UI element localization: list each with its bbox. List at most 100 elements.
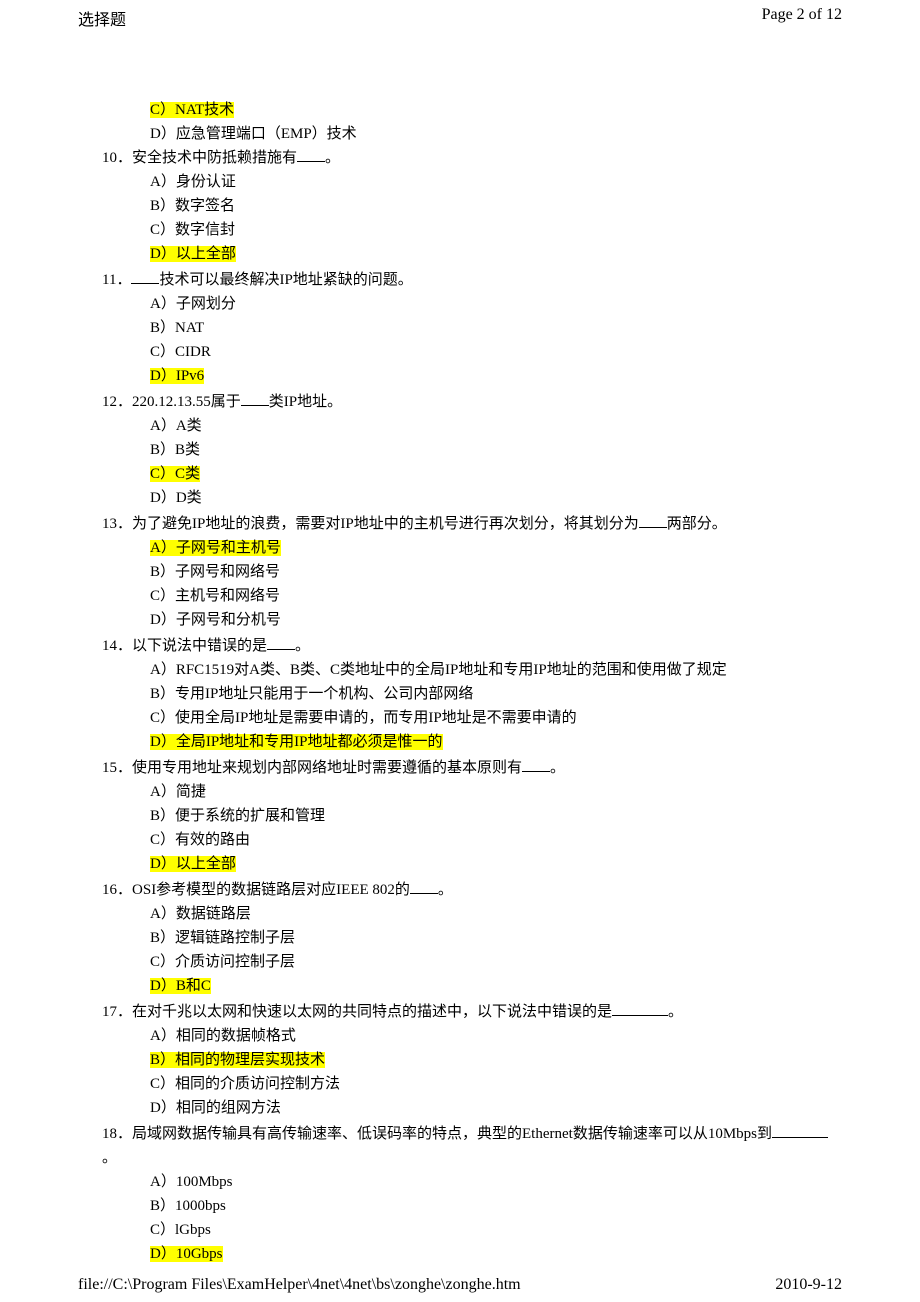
option: A）子网划分 (150, 292, 842, 316)
option: A）相同的数据帧格式 (150, 1024, 842, 1048)
option-label: B）1000bps (150, 1198, 226, 1214)
stem-pre: 使用专用地址来规划内部网络地址时需要遵循的基本原则有 (132, 760, 522, 776)
stem-post: 。 (102, 1150, 117, 1166)
option-label: B）NAT (150, 320, 204, 336)
option-label: D）B和C (150, 978, 211, 994)
question: 10．安全技术中防抵赖措施有。A）身份认证B）数字签名C）数字信封D）以上全部 (78, 146, 842, 266)
page-footer: file://C:\Program Files\ExamHelper\4net\… (0, 1276, 920, 1300)
fill-blank (639, 527, 667, 528)
option: B）便于系统的扩展和管理 (150, 804, 842, 828)
fill-blank (131, 283, 159, 284)
option-label: B）数字签名 (150, 198, 235, 214)
stem-pre: 以下说法中错误的是 (132, 638, 267, 654)
question-number: 14． (102, 634, 132, 658)
question: 14．以下说法中错误的是 。 A）RFC1519对A类、B类、C类地址中的全局IP地… (78, 634, 842, 754)
option: D）以上全部 (150, 852, 842, 876)
question-number: 16． (102, 878, 132, 902)
question-stem: 14．以下说法中错误的是 。 (78, 634, 842, 658)
option: D）B和C (150, 974, 842, 998)
question: 16．OSI参考模型的数据链路层对应IEEE 802的 。 A）数据链路层 B）逻辑链… (78, 878, 842, 998)
question-stem: 17．在对千兆以太网和快速以太网的共同特点的描述中，以下说法中错误的是。 (78, 1000, 842, 1024)
fill-blank (612, 1015, 668, 1016)
option: C）数字信封 (150, 218, 842, 242)
option: B）专用IP地址只能用于一个机构、公司内部网络 (150, 682, 842, 706)
option: C）NAT技术 (150, 98, 842, 122)
stem-pre: 安全技术中防抵赖措施有 (132, 150, 297, 166)
option-label: C）NAT技术 (150, 102, 234, 118)
option: D）全局IP地址和专用IP地址都必须是惟一的 (150, 730, 842, 754)
stem-post: 两部分。 (667, 516, 727, 532)
question: 13．为了避免IP地址的浪费，需要对IP地址中的主机号进行再次划分，将其划分为两… (78, 512, 842, 632)
option-label: B）专用IP地址只能用于一个机构、公司内部网络 (150, 686, 473, 702)
option: C）主机号和网络号 (150, 584, 842, 608)
option: D）应急管理端口（EMP）技术 (150, 122, 842, 146)
options-block: A）子网划分B）NATC）CIDRD）IPv6 (78, 292, 842, 388)
option: D）相同的组网方法 (150, 1096, 842, 1120)
option-label: B）逻辑链路控制子层 (150, 930, 295, 946)
print-date: 2010-9-12 (775, 1276, 842, 1294)
question-number: 11． (102, 268, 131, 292)
question: 18．局域网数据传输具有高传输速率、低误码率的特点，典型的Ethernet数据传… (78, 1122, 842, 1266)
question-stem: 11．技术可以最终解决IP地址紧缺的问题。 (78, 268, 842, 292)
option: A）子网号和主机号 (150, 536, 842, 560)
question: 15．使用专用地址来规划内部网络地址时需要遵循的基本原则有。A）简捷B）便于系统… (78, 756, 842, 876)
stem-post: 。 (325, 150, 340, 166)
option-label: C）CIDR (150, 344, 211, 360)
option: C）相同的介质访问控制方法 (150, 1072, 842, 1096)
options-block: A）相同的数据帧格式 B）相同的物理层实现技术 C）相同的介质访问控制方法 D）相同的… (78, 1024, 842, 1120)
option: A）100Mbps (150, 1170, 842, 1194)
option-label: A）身份认证 (150, 174, 236, 190)
question-number: 15． (102, 756, 132, 780)
orphan-options-block: C）NAT技术 D）应急管理端口（EMP）技术 (78, 98, 842, 146)
file-path: file://C:\Program Files\ExamHelper\4net\… (78, 1276, 521, 1294)
option-label: C）有效的路由 (150, 832, 250, 848)
option-label: D）D类 (150, 490, 202, 506)
option-label: B）子网号和网络号 (150, 564, 280, 580)
option: A）A类 (150, 414, 842, 438)
option-label: B）便于系统的扩展和管理 (150, 808, 325, 824)
option: B）逻辑链路控制子层 (150, 926, 842, 950)
option-label: B）相同的物理层实现技术 (150, 1052, 325, 1068)
option: A）RFC1519对A类、B类、C类地址中的全局IP地址和专用IP地址的范围和使… (150, 658, 842, 682)
stem-post: 。 (668, 1004, 683, 1020)
option-label: D）10Gbps (150, 1246, 223, 1262)
option: B）NAT (150, 316, 842, 340)
options-block: A）数据链路层 B）逻辑链路控制子层 C）介质访问控制子层 D）B和C (78, 902, 842, 998)
stem-pre: OSI参考模型的数据链路层对应IEEE 802的 (132, 882, 410, 898)
page-header: 选择题 Page 2 of 12 (0, 0, 920, 34)
option: D）10Gbps (150, 1242, 842, 1266)
options-block: A）A类 B）B类 C）C类 D）D类 (78, 414, 842, 510)
fill-blank (410, 893, 438, 894)
stem-post: 。 (438, 882, 453, 898)
option: C）有效的路由 (150, 828, 842, 852)
option: A）数据链路层 (150, 902, 842, 926)
options-block: A）简捷B）便于系统的扩展和管理C）有效的路由D）以上全部 (78, 780, 842, 876)
question: 11．技术可以最终解决IP地址紧缺的问题。A）子网划分B）NATC）CIDRD）… (78, 268, 842, 388)
option-label: A）100Mbps (150, 1174, 233, 1190)
option: B）子网号和网络号 (150, 560, 842, 584)
option-label: C）相同的介质访问控制方法 (150, 1076, 340, 1092)
option-label: C）lGbps (150, 1222, 211, 1238)
document-body: C）NAT技术D）应急管理端口（EMP）技术 10．安全技术中防抵赖措施有。A）… (0, 34, 920, 1266)
question-number: 18． (102, 1122, 132, 1146)
option-label: D）全局IP地址和专用IP地址都必须是惟一的 (150, 734, 443, 750)
question-stem: 13．为了避免IP地址的浪费，需要对IP地址中的主机号进行再次划分，将其划分为两… (78, 512, 842, 536)
stem-post: 。 (550, 760, 565, 776)
option: D）子网号和分机号 (150, 608, 842, 632)
option: C）介质访问控制子层 (150, 950, 842, 974)
option: D）D类 (150, 486, 842, 510)
stem-post: 。 (295, 638, 310, 654)
option: C）C类 (150, 462, 842, 486)
stem-pre: 为了避免IP地址的浪费，需要对IP地址中的主机号进行再次划分，将其划分为 (132, 516, 639, 532)
document-title: 选择题 (78, 6, 126, 30)
option: C）lGbps (150, 1218, 842, 1242)
questions-container: 10．安全技术中防抵赖措施有。A）身份认证B）数字签名C）数字信封D）以上全部1… (78, 146, 842, 1266)
options-block: A）子网号和主机号 B）子网号和网络号 C）主机号和网络号D）子网号和分机号 (78, 536, 842, 632)
fill-blank (772, 1137, 828, 1138)
question-stem: 12．220.12.13.55属于类IP地址。 (78, 390, 842, 414)
option-label: D）以上全部 (150, 856, 236, 872)
options-block: A）100Mbps B）1000bps C）lGbps D）10Gbps (78, 1170, 842, 1266)
option-label: B）B类 (150, 442, 200, 458)
question-stem: 15．使用专用地址来规划内部网络地址时需要遵循的基本原则有 。 (78, 756, 842, 780)
option-label: A）相同的数据帧格式 (150, 1028, 296, 1044)
